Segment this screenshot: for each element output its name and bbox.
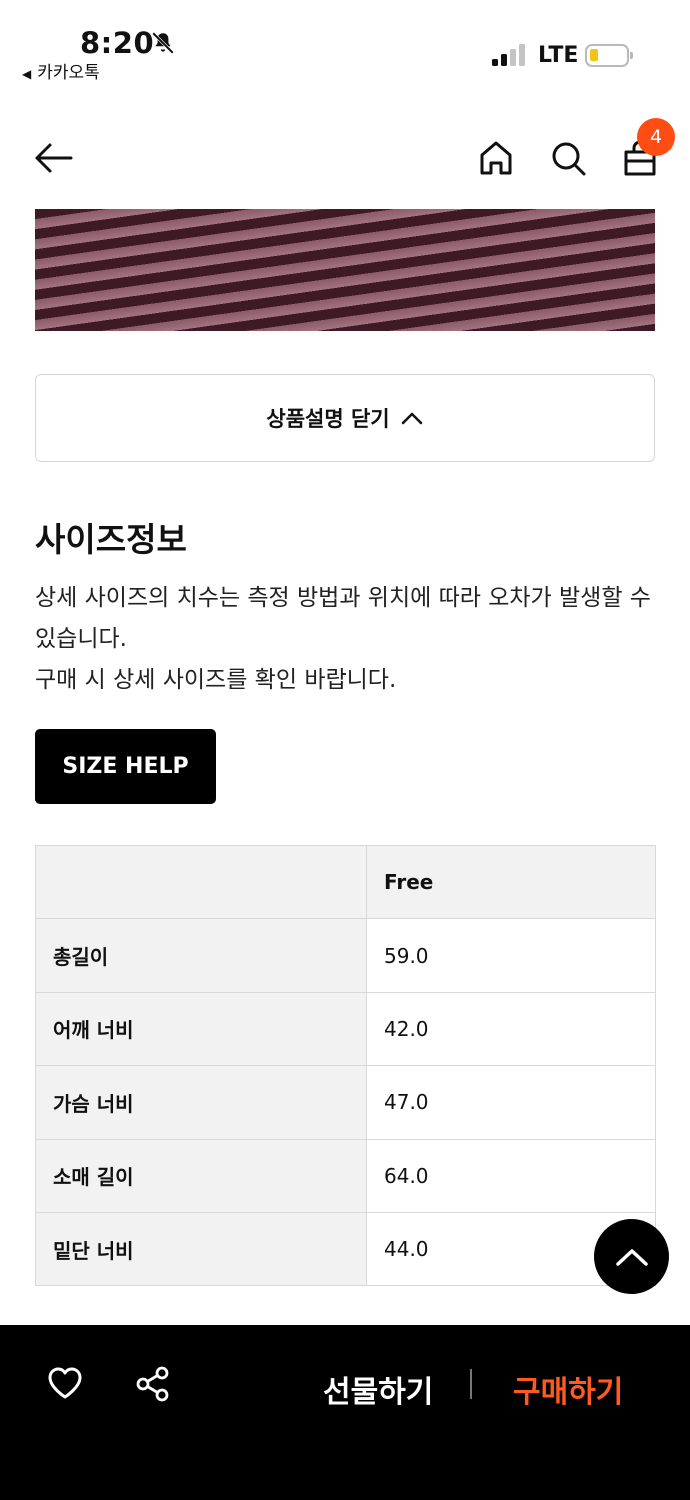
back-triangle-icon: ◀ (22, 67, 32, 81)
back-to-app-link[interactable]: ◀ 카카오톡 (22, 58, 100, 83)
table-header-cell (35, 844, 367, 920)
table-header-cell: Free (366, 844, 656, 920)
description-line: 구매 시 상세 사이즈를 확인 바랍니다. (35, 667, 397, 693)
close-description-button[interactable]: 상품설명 닫기 (35, 374, 655, 462)
divider (470, 1369, 472, 1399)
size-help-button[interactable]: SIZE HELP (35, 729, 216, 804)
buy-button[interactable]: 구매하기 (513, 1367, 623, 1411)
top-nav (0, 110, 690, 206)
description-line: 상세 사이즈의 치수는 측정 방법과 위치에 따라 오차가 발생할 수 있습니다… (35, 585, 651, 652)
row-label: 소매 길이 (35, 1138, 367, 1213)
heart-icon[interactable] (46, 1365, 84, 1401)
row-label: 어깨 너비 (35, 991, 367, 1067)
table-row: 가슴 너비 47.0 (35, 1065, 656, 1140)
row-label: 가슴 너비 (35, 1065, 367, 1140)
status-bar: 8:20 ◀ 카카오톡 LTE (0, 0, 690, 90)
search-icon[interactable] (548, 138, 588, 178)
chevron-up-icon (615, 1248, 648, 1266)
chevron-up-icon (401, 412, 422, 425)
close-description-label: 상품설명 닫기 (266, 407, 390, 431)
size-info-title: 사이즈정보 (35, 520, 187, 559)
signal-icon (492, 44, 526, 66)
bell-slash-icon (152, 32, 174, 54)
table-row: 총길이 59.0 (35, 918, 656, 993)
cart-count-badge: 4 (637, 118, 675, 156)
bottom-action-bar: 선물하기 구매하기 (0, 1325, 690, 1500)
back-app-label: 카카오톡 (37, 63, 100, 83)
row-label: 밑단 너비 (35, 1211, 367, 1287)
scroll-to-top-button[interactable] (594, 1219, 669, 1294)
table-header-row: Free (35, 844, 656, 920)
row-value: 47.0 (366, 1065, 656, 1140)
product-image (35, 209, 655, 331)
home-icon[interactable] (476, 138, 516, 178)
table-row: 소매 길이 64.0 (35, 1138, 656, 1213)
size-info-description: 상세 사이즈의 치수는 측정 방법과 위치에 따라 오차가 발생할 수 있습니다… (35, 578, 655, 701)
back-arrow-icon[interactable] (33, 138, 73, 178)
share-icon[interactable] (134, 1365, 172, 1403)
status-time: 8:20 (80, 26, 155, 60)
table-row: 어깨 너비 42.0 (35, 991, 656, 1067)
row-value: 59.0 (366, 918, 656, 993)
row-label: 총길이 (35, 918, 367, 993)
size-table: Free 총길이 59.0 어깨 너비 42.0 가슴 너비 47.0 소매 길… (35, 844, 656, 1287)
row-value: 42.0 (366, 991, 656, 1067)
gift-button[interactable]: 선물하기 (323, 1367, 433, 1411)
row-value: 64.0 (366, 1138, 656, 1213)
network-type: LTE (538, 43, 579, 68)
battery-icon (585, 44, 633, 67)
table-row: 밑단 너비 44.0 (35, 1211, 656, 1287)
